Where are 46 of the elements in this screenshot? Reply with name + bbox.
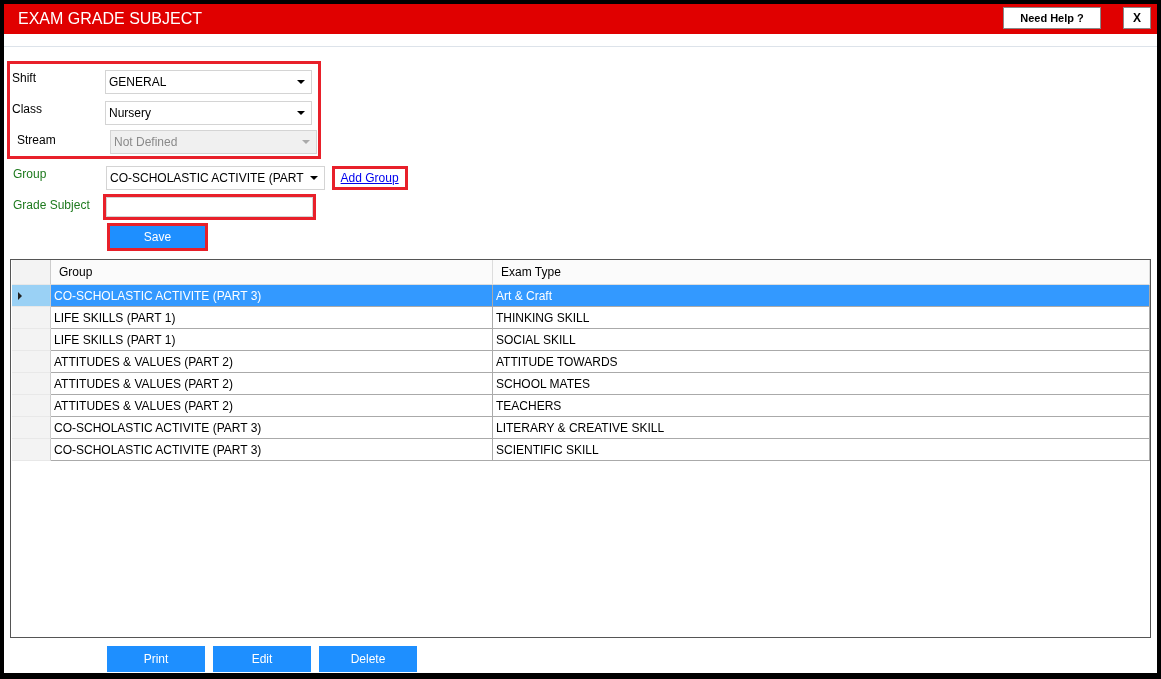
close-button[interactable]: X [1123, 7, 1151, 29]
field-label: Stream [17, 132, 57, 147]
column-header: Exam Type [493, 260, 1150, 285]
table-cell: CO-SCHOLASTIC ACTIVITE (PART 3) [51, 285, 493, 307]
table-cell: LITERARY & CREATIVE SKILL [493, 417, 1150, 439]
table-cell: THINKING SKILL [493, 307, 1150, 329]
caret-icon [302, 140, 310, 144]
table-cell: Art & Craft [493, 285, 1150, 307]
table-row[interactable]: LIFE SKILLS (PART 1) THINKING SKILL [11, 307, 1150, 329]
add-group-link[interactable]: Add Group [334, 168, 405, 187]
dropdown: Not Defined [110, 130, 317, 154]
field-label: Shift [12, 70, 37, 85]
table-cell: ATTITUDES & VALUES (PART 2) [51, 373, 493, 395]
table-cell: SCIENTIFIC SKILL [493, 439, 1150, 461]
table-row[interactable]: ATTITUDES & VALUES (PART 2) ATTITUDE TOWARDS [11, 351, 1150, 373]
grade-subject-field[interactable] [106, 197, 313, 217]
table-row[interactable]: ATTITUDES & VALUES (PART 2) SCHOOL MATES [11, 373, 1150, 395]
table-cell: LIFE SKILLS (PART 1) [51, 329, 493, 351]
caret-icon [297, 110, 305, 115]
dropdown[interactable]: CO-SCHOLASTIC ACTIVITE (PART [106, 165, 325, 190]
row-pointer-icon [18, 291, 22, 300]
table-row[interactable]: CO-SCHOLASTIC ACTIVITE (PART 3) SCIENTIFIC SKILL [11, 439, 1150, 461]
table-cell: ATTITUDES & VALUES (PART 2) [51, 351, 493, 373]
table-row[interactable]: ATTITUDES & VALUES (PART 2) TEACHERS [11, 395, 1150, 417]
caret-icon [309, 175, 318, 180]
table-cell: LIFE SKILLS (PART 1) [51, 307, 493, 329]
help-button[interactable]: Need Help ? [1003, 7, 1101, 29]
table-cell: ATTITUDE TOWARDS [493, 351, 1150, 373]
window-title: EXAM GRADE SUBJECT [18, 10, 203, 28]
dropdown[interactable]: Nursery [105, 100, 312, 125]
table-cell: SOCIAL SKILL [493, 329, 1150, 351]
dropdown[interactable]: GENERAL [105, 69, 312, 94]
table-cell: ATTITUDES & VALUES (PART 2) [51, 395, 493, 417]
field-label: Group [13, 166, 48, 181]
table-row[interactable]: CO-SCHOLASTIC ACTIVITE (PART 3) LITERARY & CREATIVE SKILL [11, 417, 1150, 439]
field-label: Grade Subject [13, 197, 91, 212]
caret-icon [297, 79, 305, 84]
table-cell: CO-SCHOLASTIC ACTIVITE (PART 3) [51, 417, 493, 439]
table-cell: CO-SCHOLASTIC ACTIVITE (PART 3) [51, 439, 493, 461]
row-header[interactable] [12, 285, 51, 307]
table-cell: TEACHERS [493, 395, 1150, 417]
column-header: Group [51, 260, 493, 285]
table-cell: SCHOOL MATES [493, 373, 1150, 395]
field-label: Class [12, 101, 43, 116]
header-corner [12, 260, 51, 285]
table-row[interactable]: LIFE SKILLS (PART 1) SOCIAL SKILL [11, 329, 1150, 351]
